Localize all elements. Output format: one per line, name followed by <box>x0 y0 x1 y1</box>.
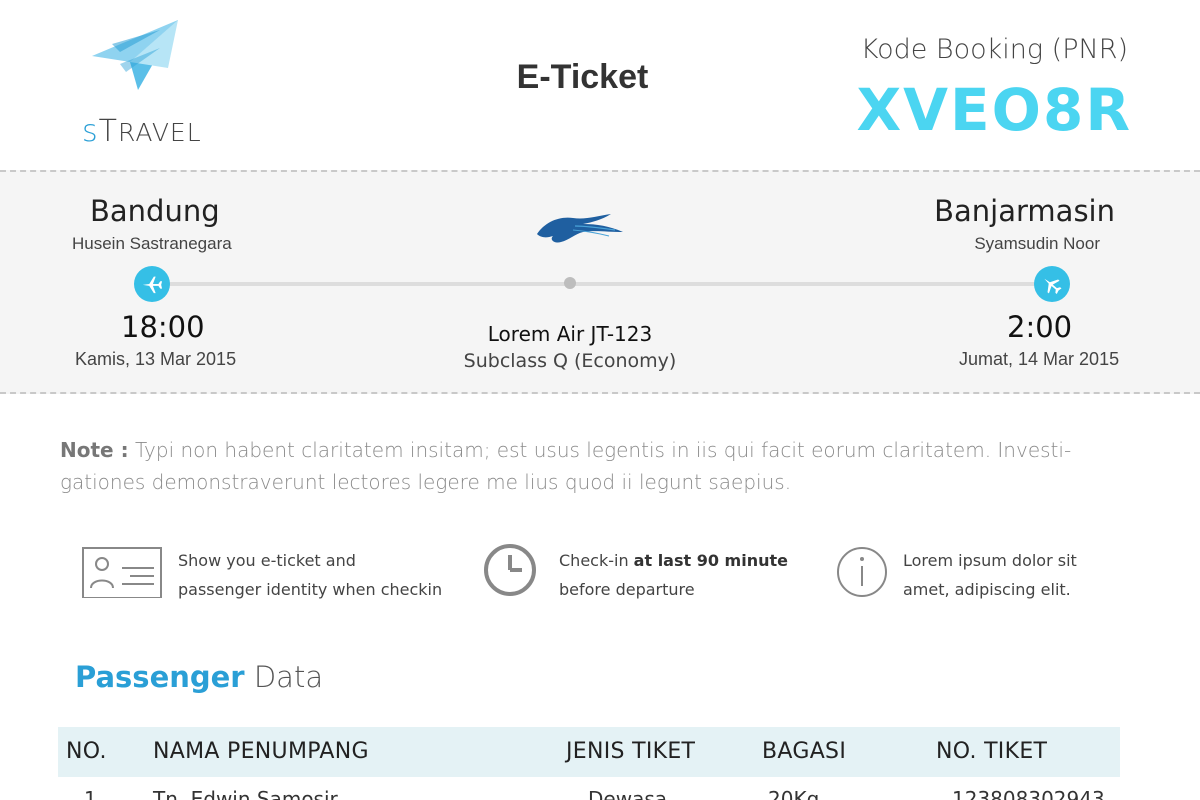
cell-name: Tn. Edwin Samosir <box>153 787 338 800</box>
logo-wordmark: sTRAVEL <box>82 114 202 149</box>
cell-baggage: 20Kg <box>768 787 820 800</box>
passenger-table-header: NO. NAMA PENUMPANG JENIS TIKET BAGASI NO… <box>58 727 1120 777</box>
note: Note : Typi non habent claritatem insita… <box>60 434 1140 498</box>
column-header-name: NAMA PENUMPANG <box>153 739 369 764</box>
clock-icon <box>484 544 536 596</box>
info-checkin-text: Check-in at last 90 minute before depart… <box>559 551 788 599</box>
pnr-label: Kode Booking (PNR) <box>860 34 1128 65</box>
note-label: Note : <box>60 438 129 462</box>
cell-no: 1 <box>84 787 97 800</box>
arrival-time: 2:00 <box>1007 310 1073 344</box>
column-header-no: NO. <box>66 739 107 764</box>
flight-summary: Bandung Husein Sastranegara Banjarmasin … <box>0 170 1200 394</box>
paper-plane-logo-icon <box>92 20 178 90</box>
info-general-text: Lorem ipsum dolor sit amet, adipiscing e… <box>903 551 1077 599</box>
column-header-ticket-type: JENIS TIKET <box>566 739 696 764</box>
destination-airport: Syamsudin Noor <box>974 234 1100 253</box>
airline-logo-icon <box>537 214 623 243</box>
page-title: E-Ticket <box>516 58 649 96</box>
column-header-ticket-no: NO. TIKET <box>936 739 1048 764</box>
pnr-code: XVEO8R <box>856 76 1132 144</box>
flight-number: Lorem Air JT-123 <box>487 322 653 346</box>
route-line <box>152 282 1052 286</box>
route-midpoint <box>564 277 576 289</box>
departure-time: 18:00 <box>121 310 205 344</box>
flight-subclass: Subclass Q (Economy) <box>463 350 677 372</box>
info-icon <box>837 547 887 597</box>
passenger-section-title: Passenger Data <box>75 660 324 694</box>
column-header-baggage: BAGASI <box>762 739 847 764</box>
origin-city: Bandung <box>90 194 220 228</box>
destination-city: Banjarmasin <box>934 194 1115 228</box>
arrival-date: Jumat, 14 Mar 2015 <box>959 349 1120 369</box>
departure-plane-icon <box>134 266 170 302</box>
note-text: Typi non habent claritatem insitam; est … <box>60 438 1072 494</box>
cell-ticket-type: Dewasa <box>588 787 667 800</box>
company-logo: sTRAVEL <box>82 18 212 149</box>
origin-airport: Husein Sastranegara <box>72 234 232 253</box>
arrival-plane-icon <box>1034 266 1070 302</box>
cell-ticket-no: 123808302943 <box>952 787 1105 800</box>
departure-date: Kamis, 13 Mar 2015 <box>75 349 237 369</box>
id-card-icon <box>82 547 162 598</box>
info-id-text: Show you e-ticket and passenger identity… <box>178 551 443 599</box>
